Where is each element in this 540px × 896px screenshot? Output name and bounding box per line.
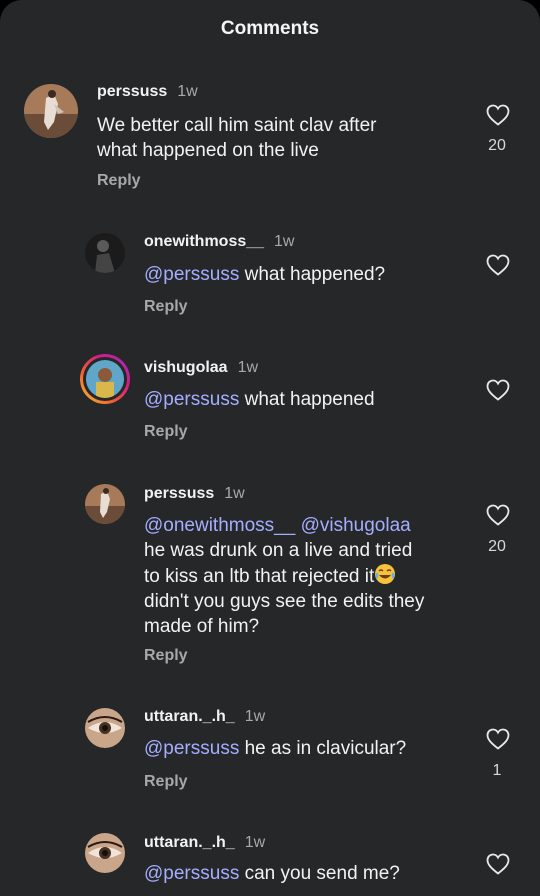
heart-outline-icon bbox=[486, 254, 510, 276]
comment-line: what happened on the live bbox=[97, 140, 319, 161]
username[interactable]: onewithmoss__ bbox=[144, 233, 264, 250]
comment-line: made of him? bbox=[144, 616, 260, 637]
like-count: 1 bbox=[492, 762, 502, 779]
like-button[interactable] bbox=[486, 728, 510, 750]
comment-line: We better call him saint clav after bbox=[97, 115, 377, 136]
avatar[interactable] bbox=[24, 84, 78, 138]
like-button[interactable] bbox=[486, 853, 510, 875]
avatar[interactable] bbox=[85, 484, 125, 524]
like-button[interactable] bbox=[486, 504, 510, 526]
heart-outline-icon bbox=[486, 379, 510, 401]
comment-text: @perssuss can you send me? bbox=[144, 861, 400, 886]
username[interactable]: perssuss bbox=[144, 485, 214, 502]
avatar-with-story-ring[interactable] bbox=[80, 354, 130, 404]
reply-button[interactable]: Reply bbox=[97, 172, 141, 190]
reply-button[interactable]: Reply bbox=[144, 298, 188, 316]
comment-line: he was drunk on a live and tried bbox=[144, 540, 413, 561]
comment-body: what happened? bbox=[239, 264, 386, 285]
username[interactable]: vishugolaa bbox=[144, 359, 228, 376]
timestamp: 1w bbox=[224, 485, 245, 502]
avatar[interactable] bbox=[85, 708, 125, 748]
comment-text: @perssuss he as in clavicular? bbox=[144, 736, 406, 761]
username[interactable]: uttaran._.h_ bbox=[144, 708, 235, 725]
comment-body: what happened bbox=[239, 389, 375, 410]
mention-link[interactable]: @perssuss bbox=[144, 738, 239, 759]
reply-button[interactable]: Reply bbox=[144, 773, 188, 791]
like-button[interactable] bbox=[486, 104, 510, 126]
mention-link[interactable]: @onewithmoss__ @vishugolaa bbox=[144, 515, 411, 536]
timestamp: 1w bbox=[177, 83, 198, 100]
username[interactable]: perssuss bbox=[97, 83, 167, 100]
username[interactable]: uttaran._.h_ bbox=[144, 834, 235, 851]
reply-button[interactable]: Reply bbox=[144, 647, 188, 665]
like-count: 20 bbox=[488, 137, 506, 154]
page-title: Comments bbox=[220, 18, 320, 39]
like-button[interactable] bbox=[486, 379, 510, 401]
comment-text: @onewithmoss__ @vishugolaa he was drunk o… bbox=[144, 513, 424, 639]
heart-outline-icon bbox=[486, 104, 510, 126]
comment-text: We better call him saint clav after what … bbox=[97, 113, 376, 163]
timestamp: 1w bbox=[274, 233, 295, 250]
comment-line: didn't you guys see the edits they bbox=[144, 591, 425, 612]
timestamp: 1w bbox=[244, 834, 266, 851]
reply-button[interactable]: Reply bbox=[144, 423, 188, 441]
mention-link[interactable]: @perssuss bbox=[144, 863, 239, 884]
like-count: 20 bbox=[488, 538, 506, 555]
comment-body: he as in clavicular? bbox=[239, 738, 407, 759]
comment-body: can you send me? bbox=[239, 863, 400, 884]
comment-text: @perssuss what happened bbox=[144, 387, 375, 412]
avatar[interactable] bbox=[85, 233, 125, 273]
timestamp: 1w bbox=[237, 359, 259, 376]
mention-link[interactable]: @perssuss bbox=[144, 264, 239, 285]
timestamp: 1w bbox=[244, 708, 266, 725]
comment-line: to kiss an ltb that rejected it bbox=[144, 566, 375, 587]
heart-outline-icon bbox=[486, 728, 510, 750]
heart-outline-icon bbox=[486, 504, 510, 526]
avatar[interactable] bbox=[85, 833, 125, 873]
joy-emoji-icon bbox=[374, 563, 396, 585]
mention-link[interactable]: @perssuss bbox=[144, 389, 239, 410]
comments-sheet: Comments perssuss 1w We better call him s… bbox=[0, 0, 540, 896]
heart-outline-icon bbox=[486, 853, 510, 875]
like-button[interactable] bbox=[486, 254, 510, 276]
comment-text: @perssuss what happened? bbox=[144, 262, 385, 287]
